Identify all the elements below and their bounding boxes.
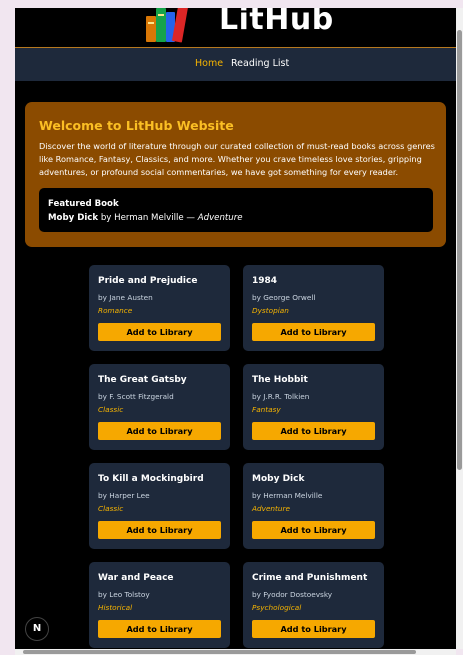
add-to-library-button[interactable]: Add to Library bbox=[98, 323, 221, 341]
book-card: Moby Dick by Herman Melville Adventure A… bbox=[243, 463, 384, 549]
add-to-library-button[interactable]: Add to Library bbox=[98, 620, 221, 638]
book-genre: Classic bbox=[98, 504, 124, 513]
add-to-library-button[interactable]: Add to Library bbox=[98, 422, 221, 440]
book-genre: Classic bbox=[98, 405, 124, 414]
book-card: 1984 by George Orwell Dystopian Add to L… bbox=[243, 265, 384, 351]
horizontal-scroll-thumb[interactable] bbox=[23, 650, 416, 654]
book-card: Pride and Prejudice by Jane Austen Roman… bbox=[89, 265, 230, 351]
book-author: by Harper Lee bbox=[98, 491, 150, 500]
site-header: LitHub bbox=[15, 8, 456, 46]
featured-book-box: Featured Book Moby Dick by Herman Melvil… bbox=[39, 188, 433, 232]
book-author: by Fyodor Dostoevsky bbox=[252, 590, 333, 599]
book-author: by F. Scott Fitzgerald bbox=[98, 392, 174, 401]
nav-reading-list-link[interactable]: Reading List bbox=[231, 58, 289, 69]
vertical-scrollbar[interactable] bbox=[456, 8, 463, 649]
featured-book-author: by Herman Melville — bbox=[100, 213, 195, 223]
nextjs-dev-badge[interactable]: N bbox=[25, 617, 49, 641]
books-icon bbox=[146, 8, 188, 43]
book-genre: Romance bbox=[98, 306, 133, 315]
book-author: by Leo Tolstoy bbox=[98, 590, 150, 599]
welcome-text: Discover the world of literature through… bbox=[39, 141, 435, 177]
welcome-banner: Welcome to LitHub Website Discover the w… bbox=[25, 102, 446, 247]
book-card: The Hobbit by J.R.R. Tolkien Fantasy Add… bbox=[243, 364, 384, 450]
add-to-library-button[interactable]: Add to Library bbox=[252, 323, 375, 341]
book-author: by Jane Austen bbox=[98, 293, 153, 302]
book-title: The Hobbit bbox=[252, 375, 308, 385]
add-to-library-button[interactable]: Add to Library bbox=[252, 521, 375, 539]
book-author: by George Orwell bbox=[252, 293, 316, 302]
welcome-title: Welcome to LitHub Website bbox=[39, 118, 234, 133]
add-to-library-button[interactable]: Add to Library bbox=[252, 620, 375, 638]
add-to-library-button[interactable]: Add to Library bbox=[252, 422, 375, 440]
site-title: LitHub bbox=[219, 8, 334, 37]
book-genre: Fantasy bbox=[252, 405, 281, 414]
book-title: Pride and Prejudice bbox=[98, 276, 198, 286]
horizontal-scrollbar[interactable] bbox=[15, 649, 456, 655]
book-title: To Kill a Mockingbird bbox=[98, 474, 204, 484]
book-card: Crime and Punishment by Fyodor Dostoevsk… bbox=[243, 562, 384, 648]
featured-book-title: Moby Dick bbox=[48, 213, 99, 223]
book-title: War and Peace bbox=[98, 573, 174, 583]
book-title: Crime and Punishment bbox=[252, 573, 368, 583]
book-genre: Dystopian bbox=[252, 306, 289, 315]
nav-home-link[interactable]: Home bbox=[195, 58, 223, 69]
book-card: To Kill a Mockingbird by Harper Lee Clas… bbox=[89, 463, 230, 549]
featured-book-genre: Adventure bbox=[197, 213, 243, 223]
book-author: by Herman Melville bbox=[252, 491, 323, 500]
add-to-library-button[interactable]: Add to Library bbox=[98, 521, 221, 539]
book-title: 1984 bbox=[252, 276, 278, 286]
book-author: by J.R.R. Tolkien bbox=[252, 392, 310, 401]
book-genre: Adventure bbox=[252, 504, 291, 513]
main-nav: Home Reading List bbox=[15, 47, 456, 81]
featured-book-line: Moby Dick by Herman Melville — Adventure bbox=[48, 213, 243, 223]
book-card: War and Peace by Leo Tolstoy Historical … bbox=[89, 562, 230, 648]
book-genre: Psychological bbox=[252, 603, 302, 612]
book-card: The Great Gatsby by F. Scott Fitzgerald … bbox=[89, 364, 230, 450]
book-genre: Historical bbox=[98, 603, 133, 612]
featured-heading: Featured Book bbox=[48, 199, 119, 209]
page-viewport: LitHub Home Reading List Welcome to LitH… bbox=[15, 8, 456, 649]
book-title: Moby Dick bbox=[252, 474, 305, 484]
book-title: The Great Gatsby bbox=[98, 375, 187, 385]
vertical-scroll-thumb[interactable] bbox=[457, 30, 462, 470]
